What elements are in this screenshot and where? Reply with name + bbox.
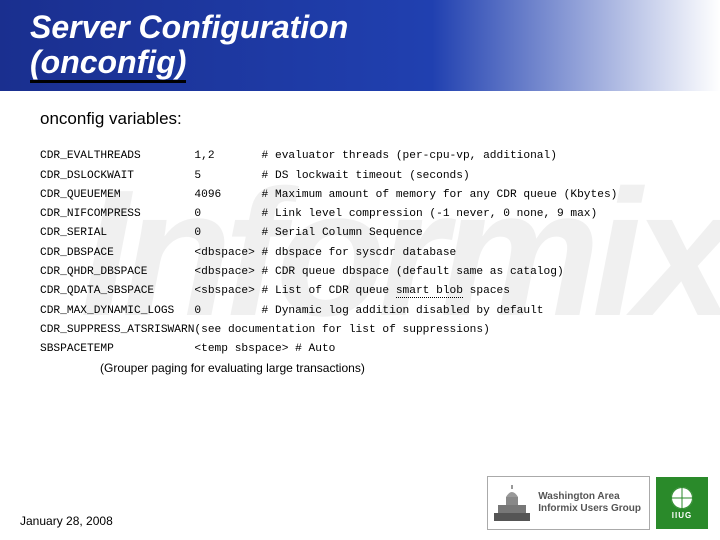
- iiug-label: IIUG: [672, 511, 692, 520]
- slide-content: onconfig variables: CDR_EVALTHREADS 1,2 …: [0, 91, 720, 375]
- waiug-line2: Informix Users Group: [538, 503, 641, 515]
- capitol-icon: [492, 483, 532, 523]
- waiug-logo: Washington Area Informix Users Group: [487, 476, 650, 530]
- grouper-note: (Grouper paging for evaluating large tra…: [100, 361, 680, 375]
- title-line2: (onconfig): [30, 45, 700, 83]
- slide-header: Server Configuration (onconfig): [0, 0, 720, 91]
- subtitle: onconfig variables:: [40, 109, 680, 129]
- iiug-logo: IIUG: [656, 477, 708, 529]
- title-line1: Server Configuration: [30, 10, 700, 45]
- footer-date: January 28, 2008: [20, 514, 113, 528]
- logos: Washington Area Informix Users Group IIU…: [487, 476, 708, 530]
- waiug-line1: Washington Area: [538, 491, 641, 503]
- globe-icon: [671, 487, 693, 509]
- config-block: CDR_EVALTHREADS 1,2 # evaluator threads …: [40, 147, 680, 359]
